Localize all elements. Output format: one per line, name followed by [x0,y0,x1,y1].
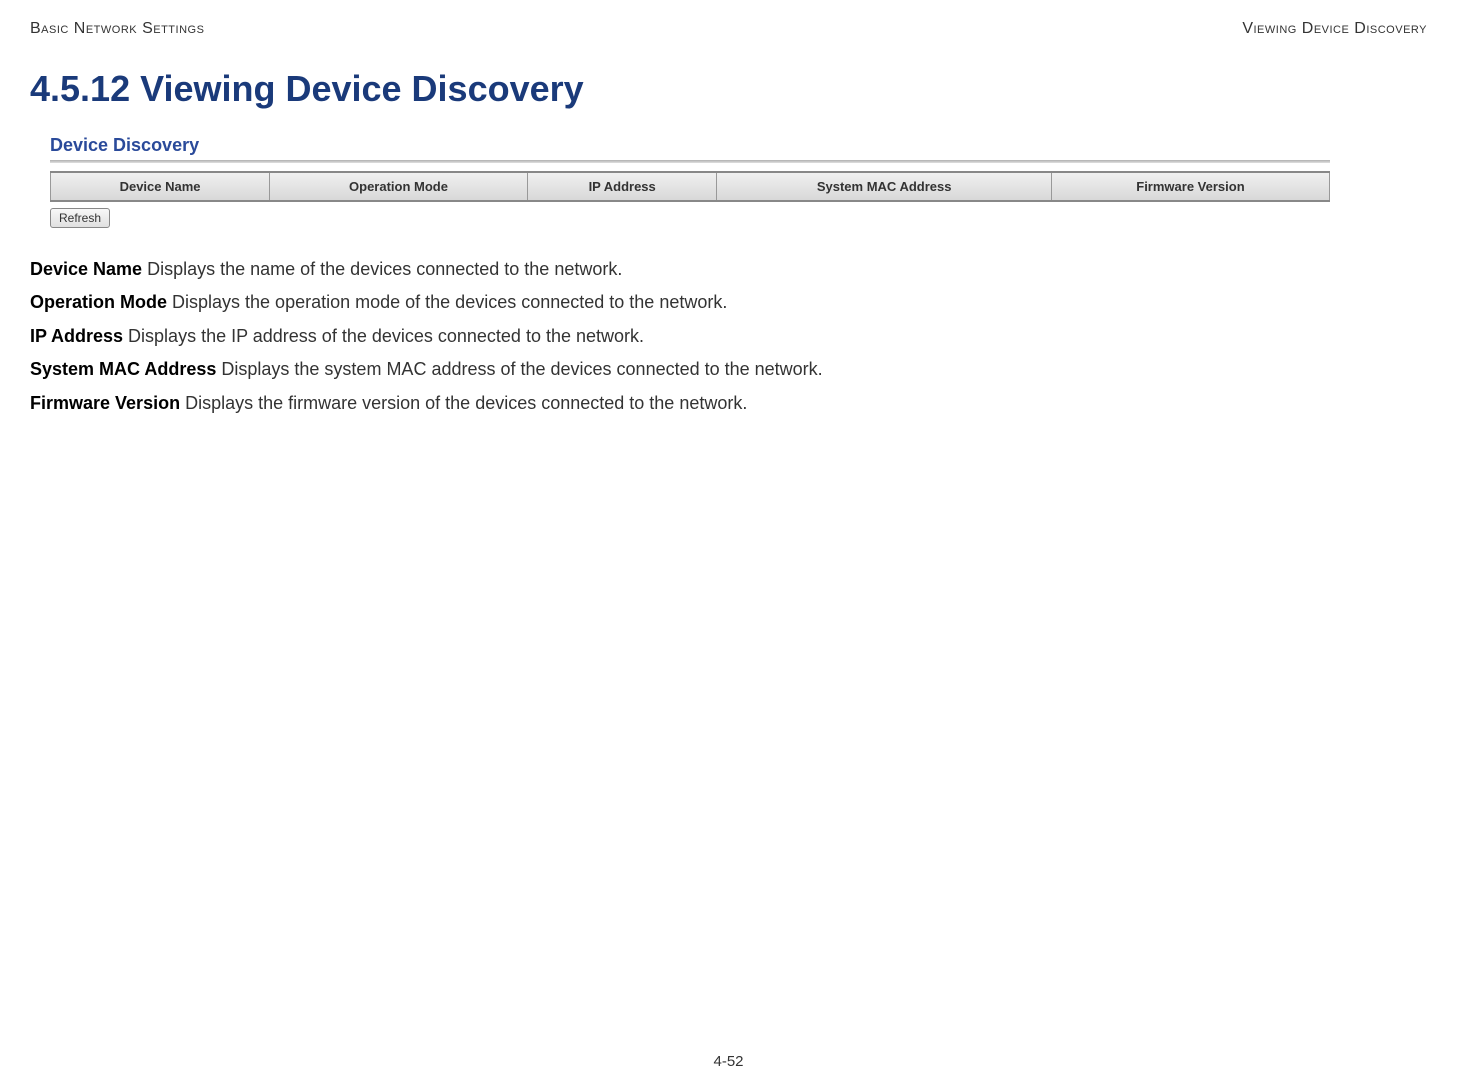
definition-desc: Displays the name of the devices connect… [142,259,622,279]
page-header: Basic Network Settings Viewing Device Di… [30,20,1427,38]
col-firmware-version: Firmware Version [1051,172,1329,201]
header-right: Viewing Device Discovery [1242,20,1427,38]
definition-item: Operation Mode Displays the operation mo… [30,291,1427,314]
definition-item: Firmware Version Displays the firmware v… [30,392,1427,415]
col-system-mac: System MAC Address [717,172,1051,201]
device-discovery-table: Device Name Operation Mode IP Address Sy… [50,171,1330,202]
panel-underline [50,160,1330,163]
col-device-name: Device Name [51,172,270,201]
header-left: Basic Network Settings [30,20,204,38]
definition-term: Device Name [30,259,142,279]
refresh-button[interactable]: Refresh [50,208,110,228]
definition-term: IP Address [30,326,123,346]
col-ip-address: IP Address [527,172,717,201]
device-discovery-panel: Device Discovery Device Name Operation M… [50,135,1330,228]
definition-desc: Displays the firmware version of the dev… [180,393,747,413]
section-title: 4.5.12 Viewing Device Discovery [30,68,1427,110]
panel-title: Device Discovery [50,135,1330,156]
definition-term: Operation Mode [30,292,167,312]
definition-desc: Displays the operation mode of the devic… [167,292,727,312]
page-number: 4-52 [713,1053,743,1070]
definition-item: Device Name Displays the name of the dev… [30,258,1427,281]
definition-term: System MAC Address [30,359,216,379]
table-header-row: Device Name Operation Mode IP Address Sy… [51,172,1330,201]
definitions-list: Device Name Displays the name of the dev… [30,258,1427,415]
definition-desc: Displays the system MAC address of the d… [216,359,822,379]
col-operation-mode: Operation Mode [270,172,528,201]
definition-term: Firmware Version [30,393,180,413]
definition-item: System MAC Address Displays the system M… [30,358,1427,381]
definition-desc: Displays the IP address of the devices c… [123,326,644,346]
definition-item: IP Address Displays the IP address of th… [30,325,1427,348]
